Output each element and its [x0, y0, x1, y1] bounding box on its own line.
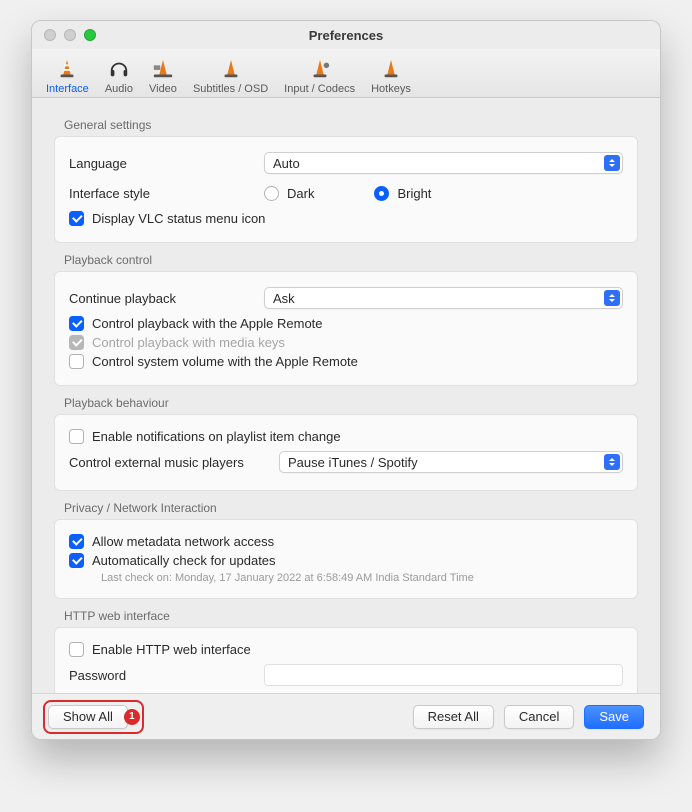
traffic-lights	[32, 29, 96, 41]
video-icon	[149, 55, 177, 83]
password-label: Password	[69, 668, 264, 683]
tab-label: Audio	[105, 83, 133, 95]
checkbox-label: Automatically check for updates	[92, 553, 276, 568]
checkbox-label: Allow metadata network access	[92, 534, 274, 549]
codecs-icon	[306, 55, 334, 83]
tab-video[interactable]: Video	[141, 51, 185, 97]
privacy-card: Allow metadata network access Automatica…	[54, 519, 638, 599]
password-field[interactable]	[264, 664, 623, 686]
tab-input-codecs[interactable]: Input / Codecs	[276, 51, 363, 97]
external-players-select[interactable]: Pause iTunes / Spotify	[279, 451, 623, 473]
headphones-icon	[105, 55, 133, 83]
chevron-up-down-icon	[604, 454, 620, 470]
chevron-up-down-icon	[604, 155, 620, 171]
show-all-button[interactable]: Show All	[48, 705, 128, 729]
section-title-http: HTTP web interface	[64, 609, 638, 623]
close-window-button[interactable]	[44, 29, 56, 41]
tab-hotkeys[interactable]: Hotkeys	[363, 51, 419, 97]
section-title-general: General settings	[64, 118, 638, 132]
checkbox-icon	[69, 534, 84, 549]
preferences-toolbar: Interface Audio Video Subtitles / OSD In…	[32, 49, 660, 98]
zoom-window-button[interactable]	[84, 29, 96, 41]
footer: Show All 1 Reset All Cancel Save	[32, 693, 660, 739]
titlebar: Preferences	[32, 21, 660, 49]
tab-label: Hotkeys	[371, 83, 411, 95]
checkbox-label: Enable HTTP web interface	[92, 642, 251, 657]
general-card: Language Auto Interface style Dark	[54, 136, 638, 243]
checkbox-label: Control playback with the Apple Remote	[92, 316, 323, 331]
checkbox-label: Control system volume with the Apple Rem…	[92, 354, 358, 369]
style-bright-radio[interactable]: Bright	[374, 186, 431, 201]
checkbox-label: Control playback with media keys	[92, 335, 285, 350]
radio-icon	[264, 186, 279, 201]
content-scroll[interactable]: General settings Language Auto Interface…	[32, 98, 660, 693]
checkbox-icon	[69, 553, 84, 568]
cancel-button[interactable]: Cancel	[504, 705, 574, 729]
external-players-value: Pause iTunes / Spotify	[288, 455, 418, 470]
radio-icon	[374, 186, 389, 201]
tab-label: Input / Codecs	[284, 83, 355, 95]
checkbox-label: Display VLC status menu icon	[92, 211, 265, 226]
language-select[interactable]: Auto	[264, 152, 623, 174]
status-menu-checkbox[interactable]: Display VLC status menu icon	[69, 211, 623, 226]
annotation-badge: 1	[124, 709, 140, 725]
checkbox-icon	[69, 354, 84, 369]
section-title-privacy: Privacy / Network Interaction	[64, 501, 638, 515]
external-players-label: Control external music players	[69, 455, 279, 470]
checkbox-icon	[69, 335, 84, 350]
http-card: Enable HTTP web interface Password	[54, 627, 638, 693]
style-dark-radio[interactable]: Dark	[264, 186, 314, 201]
tab-label: Video	[149, 83, 177, 95]
minimize-window-button[interactable]	[64, 29, 76, 41]
tab-subtitles[interactable]: Subtitles / OSD	[185, 51, 276, 97]
language-label: Language	[69, 156, 264, 171]
reset-all-button[interactable]: Reset All	[413, 705, 494, 729]
last-check-note: Last check on: Monday, 17 January 2022 a…	[101, 572, 623, 584]
checkbox-icon	[69, 642, 84, 657]
interface-icon	[53, 55, 81, 83]
continue-playback-select[interactable]: Ask	[264, 287, 623, 309]
apple-remote-checkbox[interactable]: Control playback with the Apple Remote	[69, 316, 623, 331]
notifications-checkbox[interactable]: Enable notifications on playlist item ch…	[69, 429, 623, 444]
chevron-up-down-icon	[604, 290, 620, 306]
radio-label: Dark	[287, 186, 314, 201]
updates-checkbox[interactable]: Automatically check for updates	[69, 553, 623, 568]
playback-control-card: Continue playback Ask Control playback w…	[54, 271, 638, 386]
window-title: Preferences	[32, 28, 660, 43]
media-keys-checkbox: Control playback with media keys	[69, 335, 623, 350]
metadata-checkbox[interactable]: Allow metadata network access	[69, 534, 623, 549]
tab-label: Subtitles / OSD	[193, 83, 268, 95]
interface-style-label: Interface style	[69, 186, 264, 201]
radio-label: Bright	[397, 186, 431, 201]
section-title-playback-control: Playback control	[64, 253, 638, 267]
preferences-window: Preferences Interface Audio Video Subti	[31, 20, 661, 740]
tab-label: Interface	[46, 83, 89, 95]
language-value: Auto	[273, 156, 300, 171]
section-title-playback-behaviour: Playback behaviour	[64, 396, 638, 410]
playback-behaviour-card: Enable notifications on playlist item ch…	[54, 414, 638, 491]
checkbox-label: Enable notifications on playlist item ch…	[92, 429, 341, 444]
continue-playback-label: Continue playback	[69, 291, 264, 306]
checkbox-icon	[69, 211, 84, 226]
hotkeys-icon	[377, 55, 405, 83]
checkbox-icon	[69, 429, 84, 444]
checkbox-icon	[69, 316, 84, 331]
system-volume-checkbox[interactable]: Control system volume with the Apple Rem…	[69, 354, 623, 369]
subtitles-icon	[217, 55, 245, 83]
save-button[interactable]: Save	[584, 705, 644, 729]
continue-playback-value: Ask	[273, 291, 295, 306]
tab-interface[interactable]: Interface	[38, 51, 97, 97]
tab-audio[interactable]: Audio	[97, 51, 141, 97]
http-enable-checkbox[interactable]: Enable HTTP web interface	[69, 642, 623, 657]
